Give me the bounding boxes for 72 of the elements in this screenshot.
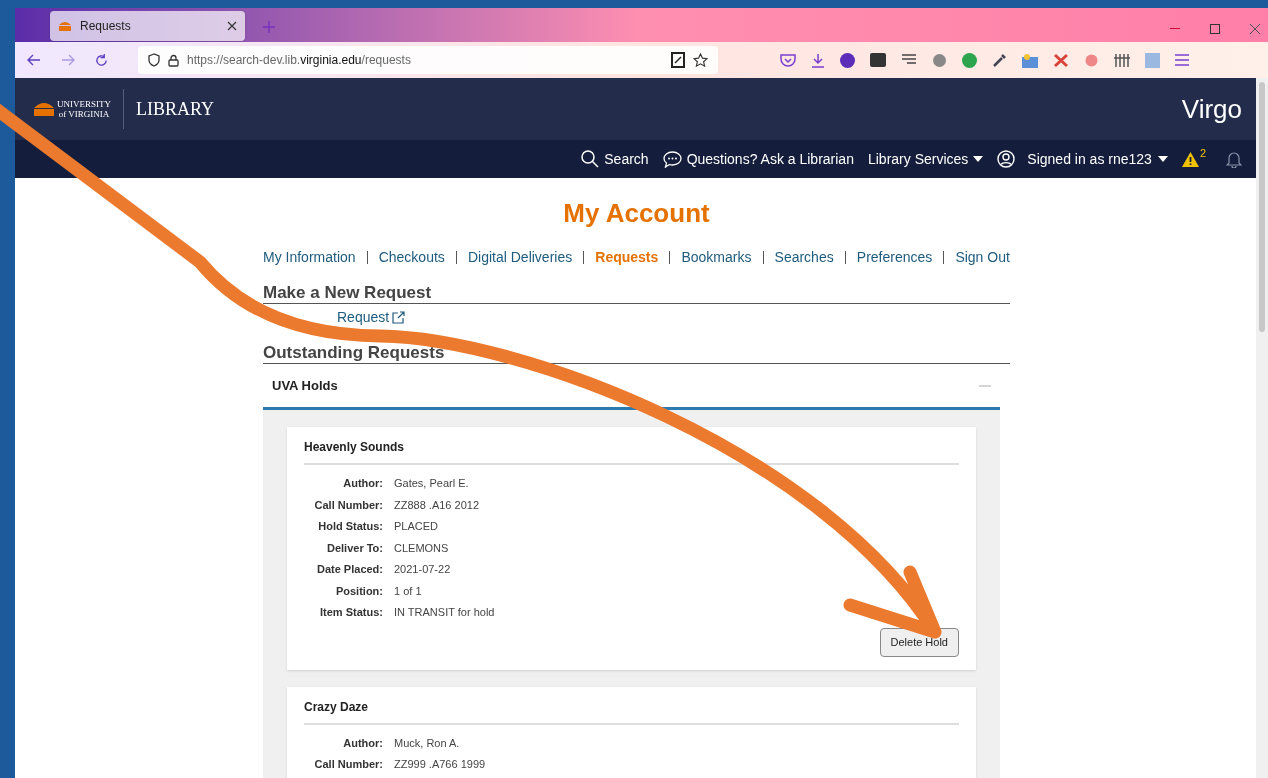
search-icon — [581, 150, 600, 168]
field-value: Muck, Ron A. — [394, 736, 461, 750]
eyedropper-icon[interactable] — [992, 52, 1007, 68]
search-link[interactable]: Search — [581, 148, 649, 170]
close-icon[interactable] — [227, 21, 237, 31]
close-window-icon[interactable] — [1250, 24, 1260, 34]
scrollbar[interactable] — [1256, 78, 1268, 778]
hold-title: Crazy Daze — [304, 699, 959, 725]
field-label: Author: — [342, 736, 383, 750]
lock-icon — [168, 53, 179, 67]
field-label: Author: — [342, 477, 383, 490]
browser-tab[interactable]: Requests — [50, 11, 245, 41]
library-wordmark[interactable]: LIBRARY — [136, 95, 214, 123]
cross-icon[interactable] — [1053, 52, 1069, 68]
field-label: Call Number: — [313, 758, 383, 771]
services-menu[interactable]: Library Services — [867, 148, 984, 170]
account-menu[interactable]: Signed in as rne123 — [1027, 148, 1168, 170]
hold-title: Heavenly Sounds — [304, 440, 959, 465]
rotunda-icon — [58, 20, 72, 32]
logo-wordmark-line[interactable]: UNIVERSITY — [57, 99, 111, 109]
user-icon — [997, 150, 1016, 168]
university-logo[interactable] — [33, 101, 55, 117]
field-value: 1 of 1 — [394, 584, 423, 598]
field-label: Position: — [334, 584, 383, 598]
section-heading: Make a New Request — [263, 283, 433, 303]
url-text: https://search-dev.lib.virginia.edu/requests — [187, 52, 412, 69]
back-icon[interactable] — [27, 54, 41, 66]
extension-chart-icon[interactable] — [1022, 52, 1038, 68]
ask-librarian-link[interactable]: Questions? Ask a Librarian — [662, 148, 854, 170]
field-value: ZZ999 .A766 1999 — [394, 758, 487, 771]
maximize-icon[interactable] — [1210, 24, 1220, 34]
pocket-icon[interactable] — [780, 53, 796, 67]
minimize-icon[interactable] — [1170, 28, 1180, 30]
reader-view-icon[interactable] — [671, 52, 685, 68]
app-name: Virgo — [1181, 92, 1242, 126]
request-link[interactable]: Request — [337, 308, 390, 326]
field-label: Call Number: — [313, 498, 383, 512]
star-icon[interactable] — [693, 52, 708, 68]
address-bar[interactable]: https://search-dev.lib.virginia.edu/requests — [138, 46, 718, 74]
field-value: IN TRANSIT for hold — [394, 606, 496, 619]
shield-icon — [148, 53, 160, 67]
account-tab[interactable]: My Information — [263, 247, 356, 267]
reload-icon[interactable] — [95, 53, 108, 67]
field-value: 2021-07-22 — [394, 563, 452, 576]
tab-title: Requests — [80, 18, 132, 35]
field-label: Hold Status: — [317, 520, 383, 533]
extension-bars-icon[interactable] — [1114, 53, 1130, 67]
menu-icon[interactable] — [1175, 54, 1189, 66]
external-link-icon — [392, 310, 406, 324]
logo-wordmark-line[interactable]: of VIRGINIA — [58, 109, 110, 119]
section-heading: Outstanding Requests — [263, 343, 446, 363]
field-label: Date Placed: — [315, 563, 383, 576]
field-value: Gates, Pearl E. — [394, 477, 470, 490]
panel-title: UVA Holds — [272, 377, 338, 396]
page-title: My Account — [562, 198, 711, 228]
account-tab[interactable]: Digital Deliveries — [467, 247, 573, 267]
speech-bubble-icon — [662, 150, 682, 168]
account-tab[interactable]: Checkouts — [378, 247, 445, 267]
account-tab[interactable]: Preferences — [856, 247, 933, 267]
field-value: CLEMONS — [394, 541, 450, 555]
bell-icon[interactable] — [1226, 150, 1242, 168]
field-label: Deliver To: — [325, 541, 383, 555]
field-value: PLACED — [394, 520, 440, 533]
field-value: ZZ888 .A16 2012 — [394, 498, 480, 512]
account-tab[interactable]: Bookmarks — [681, 247, 752, 267]
field-label: Item Status: — [319, 606, 383, 619]
caret-icon — [1157, 156, 1168, 162]
account-tab[interactable]: Searches — [774, 247, 834, 267]
account-tab[interactable]: Sign Out — [955, 247, 1010, 267]
caret-icon — [973, 156, 984, 162]
extension-lines-icon[interactable] — [901, 53, 917, 67]
download-icon[interactable] — [811, 52, 825, 68]
